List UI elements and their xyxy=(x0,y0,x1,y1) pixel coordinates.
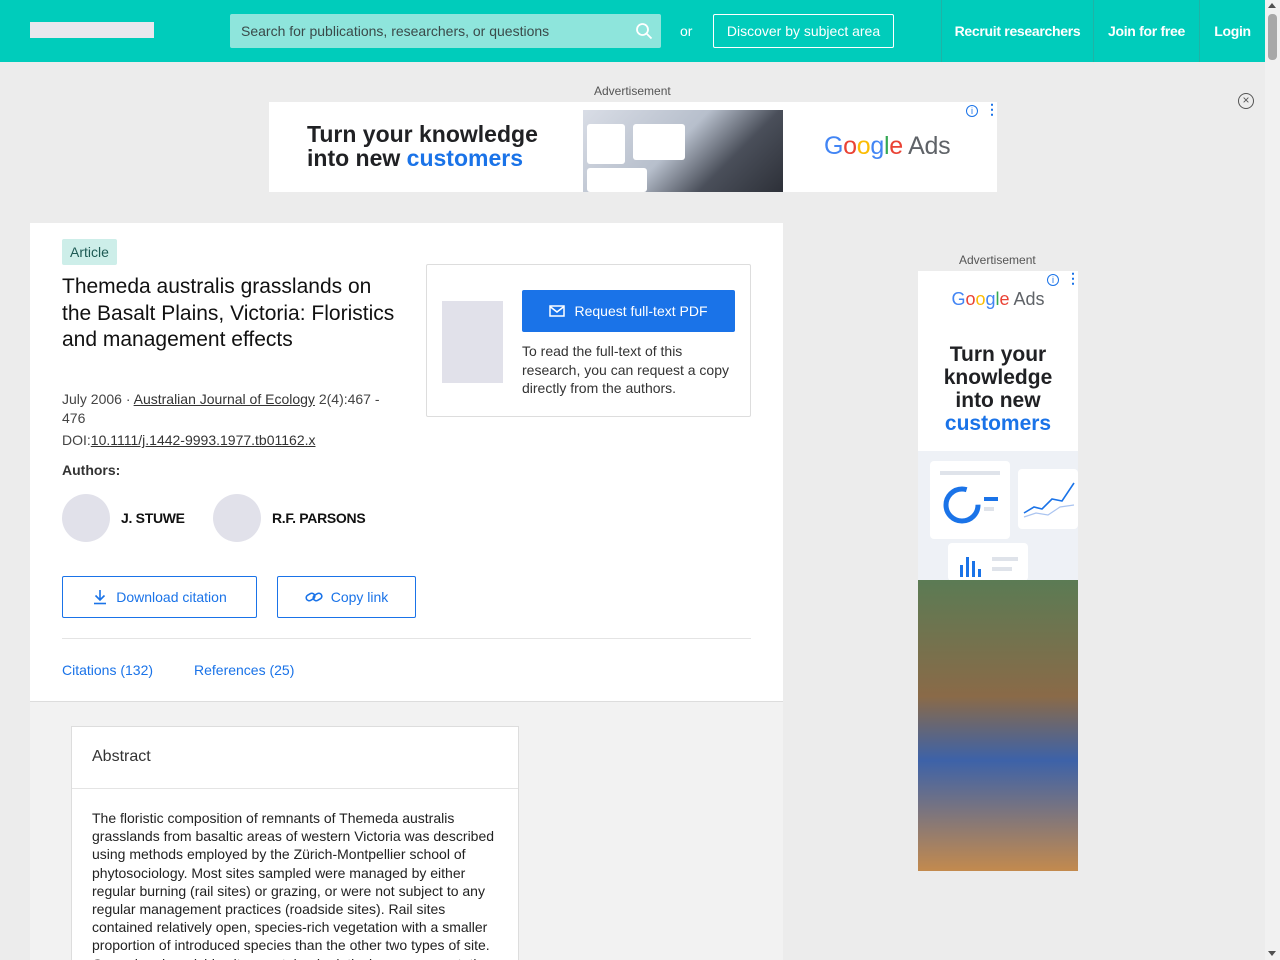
section-divider xyxy=(62,638,751,639)
author-link[interactable]: J. STUWE xyxy=(121,510,185,526)
recruit-researchers-link[interactable]: Recruit researchers xyxy=(941,0,1093,62)
ad-menu-icon[interactable]: ⋮ xyxy=(1066,271,1078,285)
login-link[interactable]: Login xyxy=(1199,0,1265,62)
tab-references[interactable]: References (25) xyxy=(194,662,294,678)
ad-menu-icon[interactable]: ⋮ xyxy=(985,102,997,116)
logo-letter: g xyxy=(985,289,996,309)
side-ad-line: Turn your xyxy=(949,343,1047,366)
side-ad-line: into new xyxy=(955,389,1041,412)
article-type-badge: Article xyxy=(62,239,117,265)
request-fulltext-button[interactable]: Request full-text PDF xyxy=(522,290,735,332)
logo-letter: o xyxy=(965,289,976,309)
side-ad-headline: Turn your knowledge into new customers xyxy=(918,343,1078,435)
doi-line: DOI:10.1111/j.1442-9993.1977.tb01162.x xyxy=(62,432,316,448)
search-box[interactable] xyxy=(230,14,661,48)
download-icon xyxy=(94,590,107,605)
page-scrollbar[interactable] xyxy=(1265,0,1280,960)
doi-label: DOI: xyxy=(62,432,91,448)
or-separator: or xyxy=(680,23,693,39)
journal-link[interactable]: Australian Journal of Ecology xyxy=(134,391,315,407)
logo-letter: g xyxy=(870,132,884,160)
logo-ads-text: Ads xyxy=(1013,289,1045,309)
side-ad-banner[interactable]: Google Ads Turn your knowledge into new … xyxy=(918,271,1078,871)
top-ad-headline: Turn your knowledge into new customers xyxy=(307,122,538,170)
download-citation-label: Download citation xyxy=(116,589,227,605)
search-icon[interactable] xyxy=(635,22,653,40)
logo-letter: o xyxy=(843,132,857,160)
bar-chart-icon xyxy=(960,557,1018,577)
publication-meta: July 2006 · Australian Journal of Ecolog… xyxy=(62,391,380,426)
logo-letter: G xyxy=(824,132,844,160)
top-ad-headline-line2: into new customers xyxy=(307,146,538,170)
publication-date: July 2006 xyxy=(62,391,122,407)
discover-subject-button[interactable]: Discover by subject area xyxy=(713,14,894,48)
top-ad-chart-card xyxy=(633,124,685,160)
link-icon xyxy=(305,592,323,602)
abstract-heading: Abstract xyxy=(92,748,151,765)
side-ad-photo xyxy=(918,580,1078,871)
join-for-free-link[interactable]: Join for free xyxy=(1093,0,1199,62)
abstract-text: The floristic composition of remnants of… xyxy=(92,810,496,960)
top-ad-banner[interactable]: Turn your knowledge into new customers G… xyxy=(269,102,997,192)
side-ad-cards xyxy=(918,451,1078,581)
top-ad-headline-accent: customers xyxy=(406,145,523,171)
top-ad-headline-line1: Turn your knowledge xyxy=(307,121,538,147)
donut-chart-icon xyxy=(940,471,1000,524)
page-title: Themeda australis grasslands on the Basa… xyxy=(62,275,395,351)
site-logo[interactable] xyxy=(30,22,154,38)
top-ad-headline-part: into new xyxy=(307,145,407,171)
ad-info-icon[interactable]: i xyxy=(966,105,978,117)
logo-letter: o xyxy=(856,132,871,160)
side-ad-label: Advertisement xyxy=(959,253,1036,267)
copy-link-label: Copy link xyxy=(330,589,389,605)
side-ad-chart-card xyxy=(1018,469,1078,529)
google-ads-logo: Google Ads xyxy=(918,289,1078,310)
tab-citations[interactable]: Citations (132) xyxy=(62,662,153,678)
logo-letter: e xyxy=(889,132,903,160)
logo-letter: o xyxy=(975,289,986,309)
scroll-up-icon[interactable] xyxy=(1268,3,1276,8)
scrollbar-thumb[interactable] xyxy=(1268,14,1277,60)
request-fulltext-label: Request full-text PDF xyxy=(574,303,708,319)
line-chart-icon xyxy=(1023,482,1075,518)
side-ad-line: knowledge xyxy=(943,366,1053,389)
close-ad-icon[interactable]: × xyxy=(1238,93,1254,109)
logo-letter: G xyxy=(951,289,966,309)
pdf-thumbnail xyxy=(442,301,503,383)
abstract-panel: Abstract The floristic composition of re… xyxy=(71,726,519,960)
side-ad-line-accent: customers xyxy=(944,412,1052,435)
top-header: or Discover by subject area Recruit rese… xyxy=(0,0,1265,62)
doi-link[interactable]: 10.1111/j.1442-9993.1977.tb01162.x xyxy=(91,432,316,448)
scroll-down-icon[interactable] xyxy=(1268,951,1276,956)
author-avatar[interactable] xyxy=(213,494,261,542)
side-ad-chart-card xyxy=(948,543,1028,581)
copy-link-button[interactable]: Copy link xyxy=(277,576,416,618)
side-ad-chart-card xyxy=(930,461,1010,539)
download-citation-button[interactable]: Download citation xyxy=(62,576,257,618)
top-ad-label: Advertisement xyxy=(594,84,671,98)
authors-label: Authors: xyxy=(62,462,121,478)
logo-ads-text: Ads xyxy=(908,132,951,160)
ad-info-icon[interactable]: i xyxy=(1047,274,1059,286)
google-ads-logo: Google Ads xyxy=(824,132,951,161)
author-avatar[interactable] xyxy=(62,494,110,542)
fulltext-note: To read the full-text of this research, … xyxy=(522,343,730,396)
search-input[interactable] xyxy=(230,14,630,48)
abstract-header: Abstract xyxy=(72,727,518,789)
top-ad-chart-card xyxy=(587,168,647,192)
top-ad-chart-card xyxy=(587,124,625,164)
mail-icon xyxy=(549,305,566,317)
logo-letter: e xyxy=(999,289,1010,309)
author-link[interactable]: R.F. PARSONS xyxy=(272,510,366,526)
